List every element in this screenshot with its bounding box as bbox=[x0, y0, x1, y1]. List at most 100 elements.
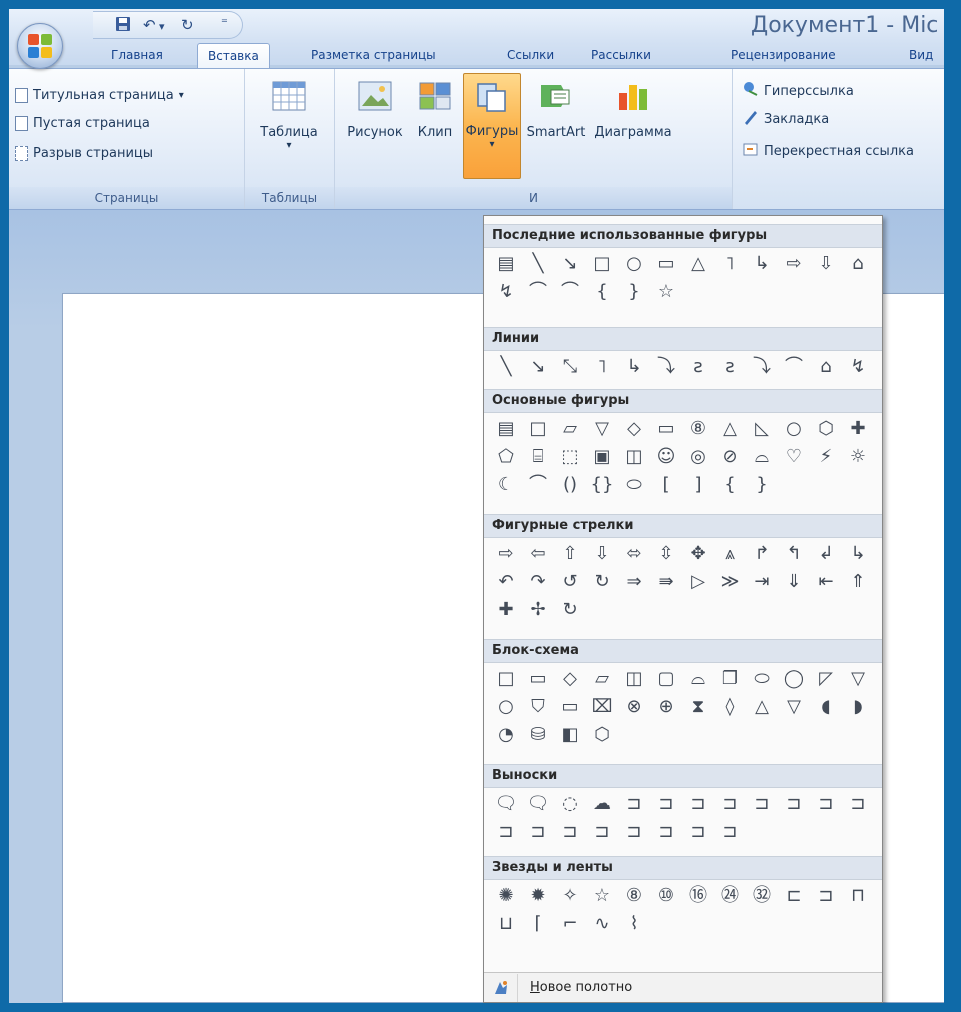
tab-home[interactable]: Главная bbox=[101, 43, 173, 69]
shape-item[interactable]: ⊐ bbox=[554, 818, 586, 846]
shape-item[interactable]: ☾ bbox=[490, 471, 522, 499]
shape-item[interactable]: □ bbox=[586, 250, 618, 278]
shape-item[interactable]: ◗ bbox=[842, 693, 874, 721]
bookmark-button[interactable]: Закладка bbox=[743, 107, 829, 131]
picture-button[interactable]: Рисунок bbox=[343, 81, 407, 140]
shape-item[interactable]: ☁ bbox=[586, 790, 618, 818]
shape-item[interactable]: ○ bbox=[778, 415, 810, 443]
shape-item[interactable]: ↲ bbox=[810, 540, 842, 568]
shape-item[interactable]: ⌂ bbox=[842, 250, 874, 278]
tab-references[interactable]: Ссылки bbox=[497, 43, 564, 69]
shape-item[interactable]: ✚ bbox=[842, 415, 874, 443]
shape-item[interactable]: ╲ bbox=[490, 353, 522, 381]
shape-item[interactable]: ⚡ bbox=[810, 443, 842, 471]
shape-item[interactable]: ⛉ bbox=[522, 693, 554, 721]
shape-item[interactable]: ⊐ bbox=[682, 818, 714, 846]
shape-item[interactable]: ⬡ bbox=[810, 415, 842, 443]
cross-reference-button[interactable]: Перекрестная ссылка bbox=[743, 139, 914, 163]
shape-item[interactable]: ⇳ bbox=[650, 540, 682, 568]
shape-item[interactable]: ⌐ bbox=[554, 910, 586, 938]
shape-item[interactable]: △ bbox=[714, 415, 746, 443]
shape-item[interactable]: ◊ bbox=[714, 693, 746, 721]
shape-item[interactable]: ▭ bbox=[522, 665, 554, 693]
shape-item[interactable]: ▱ bbox=[586, 665, 618, 693]
shape-item[interactable]: ƨ bbox=[682, 353, 714, 381]
shape-item[interactable]: ▤ bbox=[490, 415, 522, 443]
table-button[interactable]: Таблица ▾ bbox=[253, 81, 325, 151]
shape-item[interactable]: () bbox=[554, 471, 586, 499]
shape-item[interactable]: ◫ bbox=[618, 443, 650, 471]
shape-item[interactable]: ▷ bbox=[682, 568, 714, 596]
shape-item[interactable]: ▽ bbox=[586, 415, 618, 443]
shape-item[interactable]: ✹ bbox=[522, 882, 554, 910]
new-canvas-button[interactable]: Новое полотно bbox=[484, 972, 882, 1002]
shape-item[interactable]: ⬄ bbox=[618, 540, 650, 568]
shape-item[interactable]: ⩓ bbox=[714, 540, 746, 568]
shape-item[interactable]: ⑯ bbox=[682, 882, 714, 910]
clipart-button[interactable]: Клип bbox=[411, 81, 459, 140]
shape-item[interactable]: {} bbox=[586, 471, 618, 499]
shape-item[interactable]: { bbox=[586, 278, 618, 306]
shape-item[interactable]: 🗨 bbox=[522, 790, 554, 818]
shape-item[interactable]: ⊓ bbox=[842, 882, 874, 910]
shape-item[interactable]: [ bbox=[650, 471, 682, 499]
shape-item[interactable]: △ bbox=[682, 250, 714, 278]
shape-item[interactable]: ⇨ bbox=[490, 540, 522, 568]
shape-item[interactable]: ↱ bbox=[746, 540, 778, 568]
shape-item[interactable]: ✺ bbox=[490, 882, 522, 910]
shape-item[interactable]: ◸ bbox=[810, 665, 842, 693]
shape-item[interactable]: ⇦ bbox=[522, 540, 554, 568]
page-break-button[interactable]: Разрыв страницы bbox=[15, 141, 153, 165]
shape-item[interactable]: ⤵ bbox=[650, 353, 682, 381]
shape-item[interactable]: ⊔ bbox=[490, 910, 522, 938]
shape-item[interactable]: ○ bbox=[618, 250, 650, 278]
shape-item[interactable]: ▢ bbox=[650, 665, 682, 693]
shape-item[interactable]: ⇤ bbox=[810, 568, 842, 596]
shape-item[interactable]: ⊐ bbox=[810, 790, 842, 818]
shape-item[interactable]: ☆ bbox=[586, 882, 618, 910]
shape-item[interactable]: ⊐ bbox=[714, 818, 746, 846]
smartart-button[interactable]: SmartArt bbox=[523, 81, 589, 140]
shape-item[interactable]: ≫ bbox=[714, 568, 746, 596]
undo-icon[interactable]: ↶ bbox=[143, 16, 156, 34]
shape-item[interactable]: ◫ bbox=[618, 665, 650, 693]
blank-page-button[interactable]: Пустая страница bbox=[15, 111, 150, 135]
shape-item[interactable]: ⬭ bbox=[746, 665, 778, 693]
shape-item[interactable]: □ bbox=[490, 665, 522, 693]
shape-item[interactable]: ↘ bbox=[522, 353, 554, 381]
customize-qat-icon[interactable]: ⁼ bbox=[221, 16, 228, 31]
shape-item[interactable]: ☆ bbox=[650, 278, 682, 306]
shape-item[interactable]: ◖ bbox=[810, 693, 842, 721]
tab-insert[interactable]: Вставка bbox=[197, 43, 270, 69]
shape-item[interactable]: ⌸ bbox=[522, 443, 554, 471]
shape-item[interactable]: ↶ bbox=[490, 568, 522, 596]
shape-item[interactable]: ◎ bbox=[682, 443, 714, 471]
shape-item[interactable]: ⇧ bbox=[554, 540, 586, 568]
shape-item[interactable]: ⊐ bbox=[618, 790, 650, 818]
shape-item[interactable]: ↳ bbox=[842, 540, 874, 568]
shape-item[interactable]: ↳ bbox=[746, 250, 778, 278]
shape-item[interactable]: ↯ bbox=[842, 353, 874, 381]
shape-item[interactable]: ◧ bbox=[554, 721, 586, 749]
shape-item[interactable]: ⌂ bbox=[810, 353, 842, 381]
shape-item[interactable]: ⊐ bbox=[650, 790, 682, 818]
shape-item[interactable]: ╲ bbox=[522, 250, 554, 278]
tab-view[interactable]: Вид bbox=[899, 43, 943, 69]
shape-item[interactable]: ⊐ bbox=[714, 790, 746, 818]
shape-item[interactable]: ▤ bbox=[490, 250, 522, 278]
shape-item[interactable]: } bbox=[618, 278, 650, 306]
shape-item[interactable]: ⌒ bbox=[778, 353, 810, 381]
shape-item[interactable]: ⇛ bbox=[650, 568, 682, 596]
shape-item[interactable]: ▽ bbox=[842, 665, 874, 693]
shape-item[interactable]: ⬭ bbox=[618, 471, 650, 499]
shape-item[interactable]: ✚ bbox=[490, 596, 522, 624]
shape-item[interactable]: ⤵ bbox=[746, 353, 778, 381]
shape-item[interactable]: ⊐ bbox=[746, 790, 778, 818]
shape-item[interactable]: ⑧ bbox=[682, 415, 714, 443]
shape-item[interactable]: ⌒ bbox=[522, 278, 554, 306]
shape-item[interactable]: ⊐ bbox=[842, 790, 874, 818]
shape-item[interactable]: ⊐ bbox=[522, 818, 554, 846]
shape-item[interactable]: ▽ bbox=[778, 693, 810, 721]
shape-item[interactable]: 🗨 bbox=[490, 790, 522, 818]
shape-item[interactable]: ▭ bbox=[650, 415, 682, 443]
